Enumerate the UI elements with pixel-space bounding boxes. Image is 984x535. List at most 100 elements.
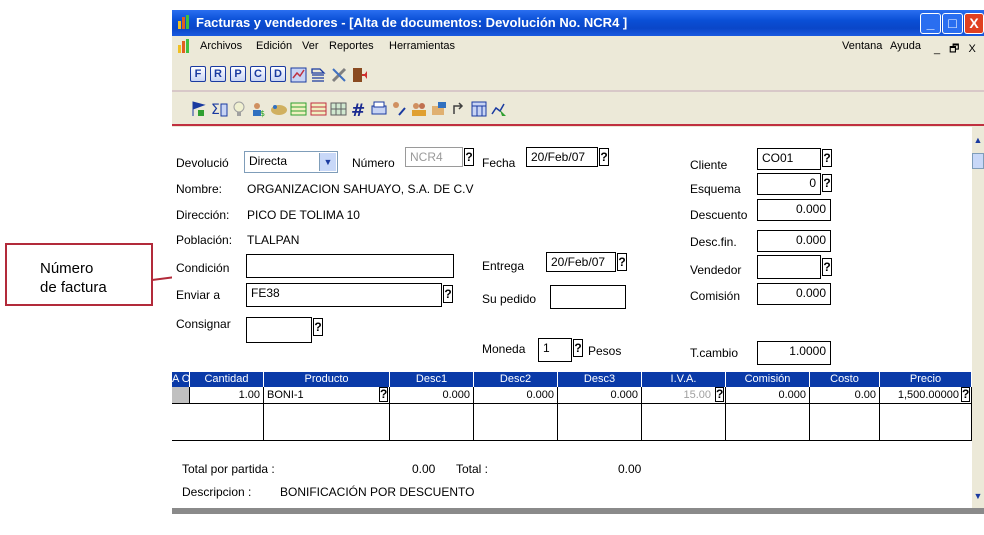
numero-lookup-button[interactable]: ? [464,148,474,166]
grid-window-icon[interactable] [470,100,488,118]
comision-field[interactable]: 0.000 [757,283,831,305]
scroll-thumb[interactable] [972,153,984,169]
menu-herramientas[interactable]: Herramientas [389,40,455,52]
grid-header-desc2[interactable]: Desc2 [474,372,558,387]
spreadsheet-icon[interactable] [330,100,348,118]
menu-ver[interactable]: Ver [302,40,319,52]
scroll-down-icon[interactable]: ▼ [972,491,984,505]
vendedor-lookup-button[interactable]: ? [822,258,832,276]
table-add-icon[interactable] [290,100,308,118]
menu-reportes[interactable]: Reportes [329,40,374,52]
grid-header-desc1[interactable]: Desc1 [390,372,474,387]
enviar-lookup-button[interactable]: ? [443,285,453,303]
chevron-down-icon[interactable]: ▼ [319,153,336,171]
toolbar-r-button[interactable]: R [210,66,226,82]
condicion-field[interactable] [246,254,454,278]
table-remove-icon[interactable] [310,100,328,118]
row-selector[interactable] [172,387,190,404]
devolucion-select[interactable]: Directa ▼ [244,151,338,173]
cell-desc2[interactable]: 0.000 [474,387,558,404]
grid-header-comision[interactable]: Comisión [726,372,810,387]
grid-header-precio[interactable]: Precio [880,372,972,387]
esquema-lookup-button[interactable]: ? [822,174,832,192]
cliente-field[interactable]: CO01 [757,148,821,170]
person-chart-icon[interactable] [390,100,408,118]
menu-archivos[interactable]: Archivos [200,40,242,52]
agents-icon[interactable] [410,100,428,118]
svg-text:$: $ [260,109,265,118]
tools-icon[interactable] [330,66,348,84]
printer-list-icon[interactable] [370,100,388,118]
empty-cell[interactable] [726,404,810,441]
cliente-lookup-button[interactable]: ? [822,149,832,167]
sum-icon[interactable]: Σ [210,100,228,118]
menu-ventana[interactable]: Ventana [842,40,882,52]
cell-producto[interactable]: BONI-1 ? [264,387,390,404]
empty-cell[interactable] [880,404,972,441]
vertical-scrollbar[interactable]: ▲ ▼ [972,127,984,508]
grid-header-producto[interactable]: Producto [264,372,390,387]
cell-precio[interactable]: 1,500.00000 ? [880,387,972,404]
numero-field[interactable]: NCR4 [405,147,463,167]
consignar-lookup-button[interactable]: ? [313,318,323,336]
exit-door-icon[interactable] [350,66,368,84]
toolbar-c-button[interactable]: C [250,66,266,82]
consignar-field[interactable] [246,317,312,343]
producto-lookup-button[interactable]: ? [379,387,388,402]
supedido-field[interactable] [550,285,626,309]
enviar-field[interactable]: FE38 [246,283,442,307]
grid-header-cantidad[interactable]: Cantidad [190,372,264,387]
fecha-picker-button[interactable]: ? [599,148,609,166]
fecha-field[interactable]: 20/Feb/07 [526,147,598,167]
cell-desc1[interactable]: 0.000 [390,387,474,404]
cell-iva[interactable]: 15.00 ? [642,387,726,404]
minimize-button[interactable]: _ [920,13,941,34]
cell-desc3[interactable]: 0.000 [558,387,642,404]
iva-lookup-button[interactable]: ? [715,387,724,402]
empty-cell[interactable] [642,404,726,441]
entrega-picker-button[interactable]: ? [617,253,627,271]
folder-list-icon[interactable] [310,66,328,84]
grid-header-desc3[interactable]: Desc3 [558,372,642,387]
empty-cell[interactable] [474,404,558,441]
maximize-button[interactable]: □ [942,13,963,34]
esquema-field[interactable]: 0 [757,173,821,195]
title-bar[interactable]: Facturas y vendedores - [Alta de documen… [172,10,984,36]
scroll-up-icon[interactable]: ▲ [972,135,984,149]
users-icon[interactable]: $ [250,100,268,118]
grid-header-costo[interactable]: Costo [810,372,880,387]
cell-costo[interactable]: 0.00 [810,387,880,404]
cell-comision[interactable]: 0.000 [726,387,810,404]
empty-cell[interactable] [558,404,642,441]
flag-icon[interactable] [190,100,208,118]
grid-header-iva[interactable]: I.V.A. [642,372,726,387]
tcambio-field[interactable]: 1.0000 [757,341,831,365]
toolbar-f-button[interactable]: F [190,66,206,82]
handshake-icon[interactable] [270,100,288,118]
descfin-field[interactable]: 0.000 [757,230,831,252]
empty-cell[interactable] [264,404,390,441]
hash-icon[interactable]: # [350,100,368,118]
toolbar-p-button[interactable]: P [230,66,246,82]
report-icon[interactable] [290,66,308,84]
precio-lookup-button[interactable]: ? [961,387,970,402]
empty-cell[interactable] [810,404,880,441]
grid-header-ao[interactable]: A O [172,372,190,387]
chart-pointer-icon[interactable] [490,100,508,118]
vendedor-field[interactable] [757,255,821,279]
empty-cell[interactable] [172,404,264,441]
toolbar-d-button[interactable]: D [270,66,286,82]
undo-arrow-icon[interactable] [450,100,468,118]
entrega-field[interactable]: 20/Feb/07 [546,252,616,272]
moneda-lookup-button[interactable]: ? [573,339,583,357]
empty-cell[interactable] [390,404,474,441]
close-button[interactable]: X [964,13,984,34]
cell-cantidad[interactable]: 1.00 [190,387,264,404]
menu-ayuda[interactable]: Ayuda [890,40,921,52]
menu-edicion[interactable]: Edición [256,40,292,52]
bulb-icon[interactable] [230,100,248,118]
mdi-controls[interactable]: _ 🗗 X [934,40,979,59]
moneda-field[interactable]: 1 [538,338,572,362]
hand-money-icon[interactable] [430,100,448,118]
descuento-field[interactable]: 0.000 [757,199,831,221]
